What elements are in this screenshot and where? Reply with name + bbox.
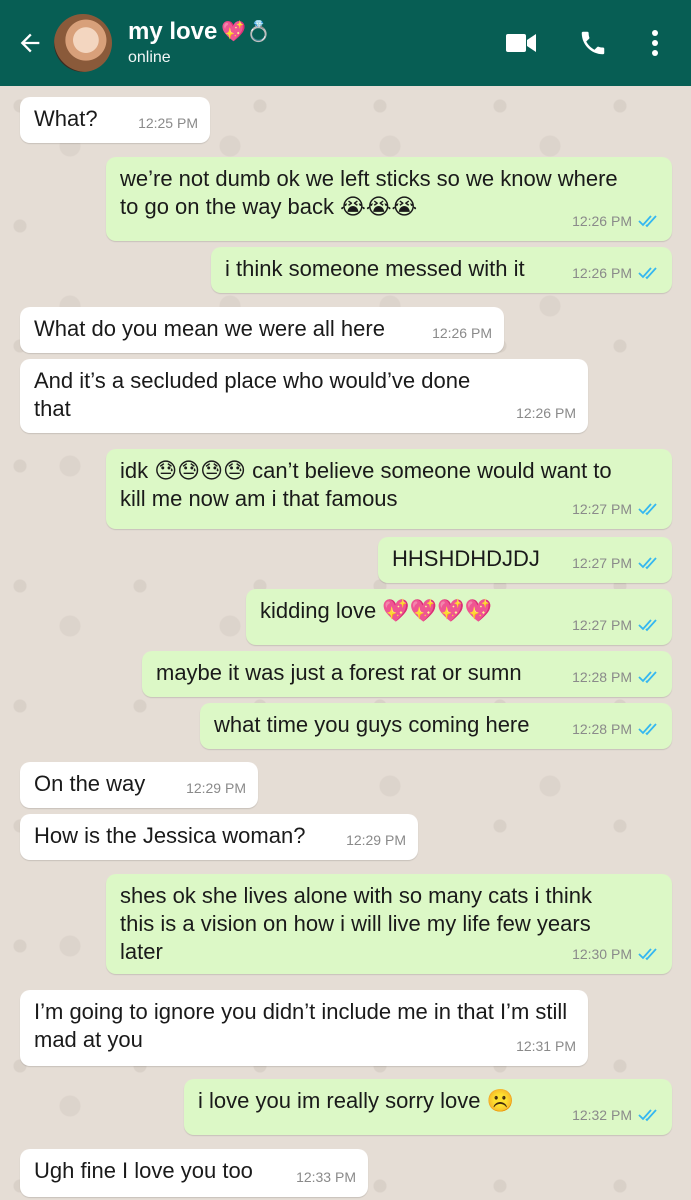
message-outgoing[interactable]: HHSHDHDJDJ 12:27 PM [378, 537, 672, 583]
message-time: 12:33 PM [296, 1169, 356, 1185]
message-time: 12:27 PM [572, 555, 632, 571]
message-outgoing[interactable]: i love you im really sorry love ☹️ 12:32… [184, 1079, 672, 1135]
message-outgoing[interactable]: maybe it was just a forest rat or sumn 1… [142, 651, 672, 697]
contact-name: my love 💖💍 [128, 17, 271, 47]
read-receipt-icon [638, 618, 660, 632]
message-outgoing[interactable]: shes ok she lives alone with so many cat… [106, 874, 672, 974]
message-incoming[interactable]: What do you mean we were all here 12:26 … [20, 307, 504, 353]
chat-header: my love 💖💍 online [0, 0, 691, 86]
message-outgoing[interactable]: we’re not dumb ok we left sticks so we k… [106, 157, 672, 241]
message-incoming[interactable]: And it’s a secluded place who would’ve d… [20, 359, 588, 433]
read-receipt-icon [638, 502, 660, 516]
message-time: 12:29 PM [346, 832, 406, 848]
contact-info[interactable]: my love 💖💍 online [128, 17, 271, 69]
video-call-icon[interactable] [501, 13, 541, 73]
message-outgoing[interactable]: kidding love 💖💖💖💖 12:27 PM [246, 589, 672, 645]
message-time: 12:32 PM [572, 1107, 632, 1123]
message-time: 12:25 PM [138, 115, 198, 131]
message-text: I’m going to ignore you didn’t include m… [34, 999, 568, 1052]
message-time: 12:26 PM [572, 213, 632, 229]
message-time: 12:26 PM [432, 325, 492, 341]
contact-name-text: my love [128, 18, 218, 45]
message-time: 12:31 PM [516, 1038, 576, 1054]
message-time: 12:27 PM [572, 501, 632, 517]
message-time: 12:28 PM [572, 721, 632, 737]
message-text: What do you mean we were all here [34, 316, 385, 341]
message-incoming[interactable]: What? 12:25 PM [20, 97, 210, 143]
message-time: 12:30 PM [572, 946, 632, 962]
message-time: 12:26 PM [516, 405, 576, 421]
read-receipt-icon [638, 266, 660, 280]
read-receipt-icon [638, 947, 660, 961]
read-receipt-icon [638, 214, 660, 228]
message-time: 12:27 PM [572, 617, 632, 633]
message-text: And it’s a secluded place who would’ve d… [34, 368, 471, 421]
more-options-icon[interactable] [645, 13, 665, 73]
message-incoming[interactable]: On the way 12:29 PM [20, 762, 258, 808]
back-arrow-icon[interactable] [8, 13, 52, 73]
read-receipt-icon [638, 556, 660, 570]
message-text: idk 😓😓😓😓 can’t believe someone would wan… [120, 458, 612, 511]
message-time: 12:26 PM [572, 265, 632, 281]
message-outgoing[interactable]: what time you guys coming here 12:28 PM [200, 703, 672, 749]
message-text: we’re not dumb ok we left sticks so we k… [120, 166, 618, 219]
read-receipt-icon [638, 670, 660, 684]
read-receipt-icon [638, 722, 660, 736]
message-time: 12:29 PM [186, 780, 246, 796]
contact-avatar[interactable] [54, 14, 112, 72]
contact-name-emoji: 💖💍 [221, 21, 272, 43]
message-incoming[interactable]: How is the Jessica woman? 12:29 PM [20, 814, 418, 860]
message-outgoing[interactable]: i think someone messed with it 12:26 PM [211, 247, 672, 293]
message-incoming[interactable]: I’m going to ignore you didn’t include m… [20, 990, 588, 1066]
message-text: shes ok she lives alone with so many cat… [120, 883, 593, 964]
contact-status: online [128, 49, 171, 66]
message-time: 12:28 PM [572, 669, 632, 685]
message-outgoing[interactable]: idk 😓😓😓😓 can’t believe someone would wan… [106, 449, 672, 529]
message-incoming[interactable]: Ugh fine I love you too 12:33 PM [20, 1149, 368, 1197]
message-list[interactable]: What? 12:25 PM we’re not dumb ok we left… [0, 86, 691, 1200]
phone-icon[interactable] [573, 13, 613, 73]
read-receipt-icon [638, 1108, 660, 1122]
